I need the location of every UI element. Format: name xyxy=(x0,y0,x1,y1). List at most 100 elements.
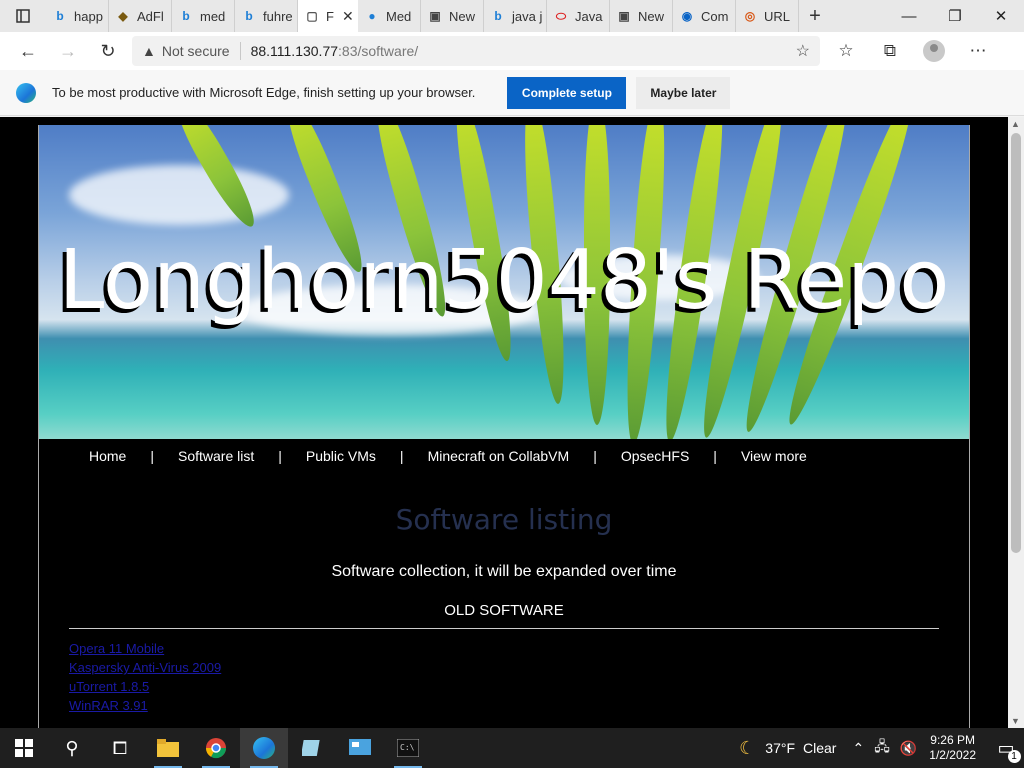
security-label[interactable]: Not secure xyxy=(162,43,230,59)
volume-button[interactable]: 🔇 xyxy=(900,740,917,757)
nav-link-minecraft[interactable]: Minecraft on CollabVM xyxy=(428,448,570,464)
nav-separator: | xyxy=(399,448,404,464)
weather-desc: Clear xyxy=(803,740,837,756)
close-window-button[interactable]: ✕ xyxy=(978,0,1024,32)
settings-menu-button[interactable]: ⋯ xyxy=(956,32,1000,70)
nav-link-opsechfs[interactable]: OpsecHFS xyxy=(621,448,689,464)
taskbar: ⚲ ⧠ C:\ ☾ 37°F Clear ⌃ 🖧 🔇 9:26 PM 1/2/2… xyxy=(0,728,1024,768)
arrow-right-icon: → xyxy=(59,40,77,61)
page-icon: ▢ xyxy=(306,9,318,23)
control-panel-icon xyxy=(349,739,371,755)
tab-active[interactable]: ▢ F ✕ xyxy=(298,0,358,32)
arrow-left-icon: ← xyxy=(19,40,37,61)
svg-text:C:\: C:\ xyxy=(400,743,415,752)
banner-image: Longhorn5048's Repo xyxy=(39,125,969,439)
tab-7[interactable]: ▣ New xyxy=(421,0,484,32)
software-link[interactable]: WinRAR 3.91 xyxy=(69,696,221,715)
listing-title: Software listing xyxy=(395,503,613,536)
terminal-button[interactable]: C:\ xyxy=(384,728,432,768)
weather-temp: 37°F xyxy=(765,740,796,756)
tab-6[interactable]: ● Med xyxy=(358,0,421,32)
favorites-icon: ☆ xyxy=(838,41,854,60)
network-button[interactable]: 🖧 xyxy=(874,736,890,760)
tab-8[interactable]: b java j xyxy=(484,0,547,32)
task-view-icon: ⧠ xyxy=(112,737,128,758)
file-explorer-button[interactable] xyxy=(144,728,192,768)
new-tab-button[interactable]: + xyxy=(799,0,831,32)
tab-3[interactable]: b med xyxy=(172,0,235,32)
tab-11[interactable]: ◉ Com xyxy=(673,0,736,32)
edge-logo-icon xyxy=(16,82,36,103)
tab-1[interactable]: b happ xyxy=(46,0,109,32)
tray-expand-button[interactable]: ⌃ xyxy=(852,740,864,757)
refresh-button[interactable]: ↻ xyxy=(88,32,128,70)
site-title: Longhorn5048's Repo xyxy=(58,233,950,328)
add-favorite-icon[interactable]: ☆ xyxy=(796,41,810,61)
search-icon: ⚲ xyxy=(65,737,79,758)
forward-button[interactable]: → xyxy=(48,32,88,70)
window-controls: — ❐ ✕ xyxy=(886,0,1024,32)
clock[interactable]: 9:26 PM 1/2/2022 xyxy=(929,733,976,763)
clock-time: 9:26 PM xyxy=(930,733,975,747)
task-view-button[interactable]: ⧠ xyxy=(96,728,144,768)
weather-widget[interactable]: ☾ 37°F Clear xyxy=(739,738,836,759)
back-button[interactable]: ← xyxy=(8,32,48,70)
terminal-icon: C:\ xyxy=(397,739,419,757)
control-panel-button[interactable] xyxy=(336,728,384,768)
chevron-up-icon: ⌃ xyxy=(852,739,865,756)
nav-link-view-more[interactable]: View more xyxy=(741,448,807,464)
collections-button[interactable]: ⧉ xyxy=(868,32,912,70)
bing-icon: b xyxy=(245,9,253,23)
chrome-button[interactable] xyxy=(192,728,240,768)
software-link[interactable]: uTorrent 1.8.5 xyxy=(69,677,221,696)
url-host: 88.111.130.77 xyxy=(250,43,339,59)
restore-button[interactable]: ❐ xyxy=(932,0,978,32)
nav-link-home[interactable]: Home xyxy=(89,448,126,464)
close-tab-icon[interactable]: ✕ xyxy=(342,8,354,25)
bing-icon: b xyxy=(494,9,502,23)
tab-9[interactable]: ⬭ Java xyxy=(547,0,610,32)
listing-subtitle: Software collection, it will be expanded… xyxy=(331,563,677,580)
nav-link-public-vms[interactable]: Public VMs xyxy=(306,448,376,464)
tab-actions-button[interactable] xyxy=(0,0,46,32)
start-button[interactable] xyxy=(0,728,48,768)
scroll-down-icon[interactable]: ▼ xyxy=(1011,716,1020,726)
nav-separator: | xyxy=(593,448,597,464)
scrollbar-thumb[interactable] xyxy=(1011,133,1021,553)
divider xyxy=(69,628,939,629)
site-nav: Home | Software list | Public VMs | Mine… xyxy=(39,439,969,473)
nav-link-software-list[interactable]: Software list xyxy=(178,448,254,464)
vertical-scrollbar[interactable]: ▲ ▼ xyxy=(1008,117,1024,728)
notepad-icon xyxy=(302,740,320,756)
software-list: Opera 11 Mobile Kaspersky Anti-Virus 200… xyxy=(69,639,221,715)
notepad-app-button[interactable] xyxy=(288,728,336,768)
tab-10[interactable]: ▣ New xyxy=(610,0,673,32)
edge-button[interactable] xyxy=(240,728,288,768)
restore-icon: ❐ xyxy=(948,8,962,25)
software-link[interactable]: Opera 11 Mobile xyxy=(69,639,221,658)
warning-icon: ▲ xyxy=(142,43,156,59)
infobar-message: To be most productive with Microsoft Edg… xyxy=(52,85,476,100)
software-link[interactable]: Kaspersky Anti-Virus 2009 xyxy=(69,658,221,677)
favorites-button[interactable]: ☆ xyxy=(824,32,868,70)
tab-4[interactable]: b fuhre xyxy=(235,0,298,32)
complete-setup-button[interactable]: Complete setup xyxy=(507,76,627,109)
minimize-icon: — xyxy=(901,7,917,25)
newtab-icon: ▣ xyxy=(618,9,630,23)
search-button[interactable]: ⚲ xyxy=(48,728,96,768)
plus-icon: + xyxy=(809,4,821,27)
minimize-button[interactable]: — xyxy=(886,0,932,32)
close-icon: ✕ xyxy=(994,8,1008,25)
tab-12[interactable]: ◎ URL xyxy=(736,0,799,32)
url-path: :83/software/ xyxy=(338,43,419,59)
maybe-later-button[interactable]: Maybe later xyxy=(636,76,731,109)
adfly-icon: ◆ xyxy=(118,9,128,23)
system-tray: ☾ 37°F Clear ⌃ 🖧 🔇 9:26 PM 1/2/2022 ▭ 1 xyxy=(729,728,1024,768)
profile-button[interactable] xyxy=(912,32,956,70)
notifications-button[interactable]: ▭ 1 xyxy=(988,728,1024,768)
tab-2[interactable]: ◆ AdFl xyxy=(109,0,172,32)
page-container: Longhorn5048's Repo Home | Software list… xyxy=(38,125,970,728)
scroll-up-icon[interactable]: ▲ xyxy=(1011,119,1020,129)
url-field[interactable]: ▲ Not secure 88.111.130.77:83/software/ … xyxy=(132,36,820,66)
page-viewport: Longhorn5048's Repo Home | Software list… xyxy=(0,117,1008,728)
